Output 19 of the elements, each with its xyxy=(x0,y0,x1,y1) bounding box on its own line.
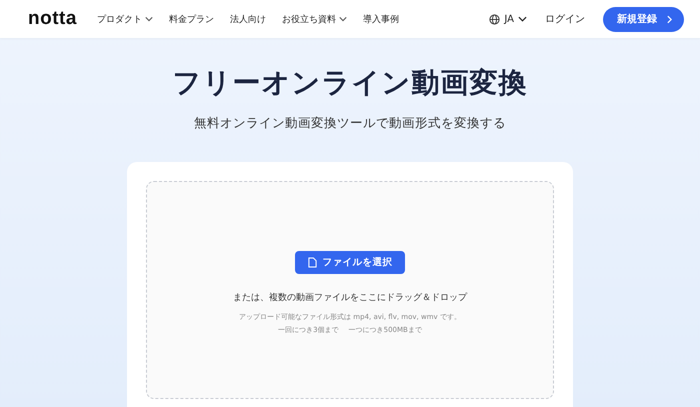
page-title: フリーオンライン動画変換 xyxy=(172,65,528,101)
signup-button[interactable]: 新規登録 xyxy=(603,6,684,32)
chevron-right-icon xyxy=(667,14,672,24)
page-subtitle: 無料オンライン動画変換ツールで動画形式を変換する xyxy=(193,115,507,132)
nav-link[interactable]: お役立ち資料 xyxy=(282,12,347,26)
chevron-down-icon xyxy=(144,16,153,22)
chevron-down-icon xyxy=(518,16,527,22)
drop-hint: または、複数の動画ファイルをここにドラッグ＆ドロップ xyxy=(233,291,467,304)
logo[interactable]: notta xyxy=(28,8,77,30)
choose-file-button[interactable]: ファイルを選択 xyxy=(295,251,405,274)
file-icon xyxy=(308,257,316,268)
chevron-down-icon xyxy=(338,16,347,22)
login-link[interactable]: ログイン xyxy=(545,12,585,26)
nav-link[interactable]: プロダクト xyxy=(96,12,153,26)
language-selector[interactable]: JA xyxy=(489,14,527,24)
nav-link[interactable]: 料金プラン xyxy=(168,12,214,26)
nav-link[interactable]: 導入事例 xyxy=(362,12,399,26)
nav-link[interactable]: 法人向け xyxy=(230,12,266,26)
globe-icon xyxy=(489,14,500,24)
